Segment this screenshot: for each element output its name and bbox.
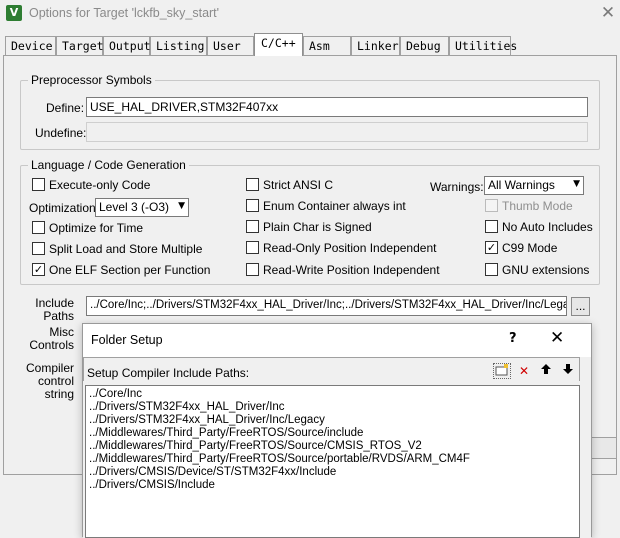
optimize-time-label: Optimize for Time bbox=[49, 221, 144, 235]
setup-include-paths-label: Setup Compiler Include Paths: bbox=[87, 366, 250, 380]
tab-device[interactable]: Device bbox=[5, 36, 56, 55]
list-item[interactable]: ../Middlewares/Third_Party/FreeRTOS/Sour… bbox=[86, 427, 579, 440]
ro-position-checkbox[interactable] bbox=[246, 241, 259, 254]
rw-position-checkbox[interactable] bbox=[246, 263, 259, 276]
new-folder-icon[interactable] bbox=[493, 363, 511, 379]
split-load-label: Split Load and Store Multiple bbox=[49, 242, 203, 256]
include-paths-label: Include Paths bbox=[35, 296, 74, 323]
gnu-extensions-label: GNU extensions bbox=[502, 263, 590, 277]
optimization-value: Level 3 (-O3) bbox=[99, 200, 170, 214]
optimization-label: Optimization: bbox=[29, 201, 100, 215]
gnu-extensions-checkbox[interactable] bbox=[485, 263, 498, 276]
folder-setup-dialog: Folder Setup ? ✕ Setup Compiler Include … bbox=[82, 323, 592, 538]
undefine-label: Undefine: bbox=[35, 126, 87, 140]
enum-container-checkbox[interactable] bbox=[246, 199, 259, 212]
folder-setup-title: Folder Setup bbox=[91, 333, 163, 347]
checkmark-icon: ✓ bbox=[486, 241, 497, 254]
language-group-label: Language / Code Generation bbox=[28, 158, 189, 172]
execute-only-label: Execute-only Code bbox=[49, 178, 151, 192]
thumb-mode-label: Thumb Mode bbox=[502, 199, 573, 213]
include-paths-browse-button[interactable]: ... bbox=[571, 297, 590, 316]
folder-setup-body: Setup Compiler Include Paths: ✕ ../Core/… bbox=[83, 357, 591, 538]
optimize-time-checkbox[interactable] bbox=[32, 221, 45, 234]
tab-output[interactable]: Output bbox=[103, 36, 151, 55]
window-close-button[interactable]: ✕ bbox=[598, 3, 618, 23]
c99-mode-label: C99 Mode bbox=[502, 241, 558, 255]
strict-ansi-checkbox[interactable] bbox=[246, 178, 259, 191]
tab-listing[interactable]: Listing bbox=[150, 36, 207, 55]
tab-user[interactable]: User bbox=[207, 36, 254, 55]
optimization-select[interactable]: Level 3 (-O3) ▼ bbox=[95, 198, 189, 217]
misc-controls-label: Misc Controls bbox=[29, 325, 74, 352]
move-down-icon[interactable] bbox=[559, 363, 577, 379]
one-elf-label: One ELF Section per Function bbox=[49, 263, 211, 277]
chevron-down-icon: ▼ bbox=[573, 179, 580, 189]
ro-position-label: Read-Only Position Independent bbox=[263, 241, 437, 255]
undefine-input[interactable] bbox=[86, 122, 588, 142]
rw-position-label: Read-Write Position Independent bbox=[263, 263, 440, 277]
tab-target[interactable]: Target bbox=[56, 36, 104, 55]
folder-setup-close-button[interactable]: ✕ bbox=[550, 328, 564, 348]
include-paths-input[interactable]: ../Core/Inc;../Drivers/STM32F4xx_HAL_Dri… bbox=[86, 296, 567, 316]
define-label: Define: bbox=[46, 101, 85, 115]
tab-debug[interactable]: Debug bbox=[400, 36, 449, 55]
warnings-value: All Warnings bbox=[488, 178, 555, 192]
plain-char-label: Plain Char is Signed bbox=[263, 220, 372, 234]
warnings-select[interactable]: All Warnings ▼ bbox=[484, 176, 584, 195]
warnings-label: Warnings: bbox=[430, 180, 484, 194]
list-item[interactable]: ../Drivers/STM32F4xx_HAL_Driver/Inc bbox=[86, 401, 579, 414]
window-title: Options for Target 'lckfb_sky_start' bbox=[29, 6, 220, 20]
dialog-button-edge[interactable] bbox=[592, 437, 617, 459]
plain-char-checkbox[interactable] bbox=[246, 220, 259, 233]
no-auto-includes-checkbox[interactable] bbox=[485, 220, 498, 233]
split-load-checkbox[interactable] bbox=[32, 242, 45, 255]
include-paths-list[interactable]: ../Core/Inc ../Drivers/STM32F4xx_HAL_Dri… bbox=[85, 385, 580, 538]
tab-c-cpp[interactable]: C/C++ bbox=[254, 33, 303, 56]
list-item[interactable]: ../Drivers/STM32F4xx_HAL_Driver/Inc/Lega… bbox=[86, 414, 579, 427]
define-input[interactable]: USE_HAL_DRIVER,STM32F407xx bbox=[86, 97, 588, 117]
list-item[interactable]: ../Drivers/CMSIS/Device/ST/STM32F4xx/Inc… bbox=[86, 466, 579, 479]
chevron-down-icon: ▼ bbox=[178, 201, 185, 211]
move-up-icon[interactable] bbox=[537, 363, 555, 379]
no-auto-includes-label: No Auto Includes bbox=[502, 220, 593, 234]
strict-ansi-label: Strict ANSI C bbox=[263, 178, 334, 192]
tab-utilities[interactable]: Utilities bbox=[449, 36, 517, 55]
list-item[interactable]: ../Middlewares/Third_Party/FreeRTOS/Sour… bbox=[86, 440, 579, 453]
list-item[interactable]: ../Core/Inc bbox=[86, 388, 579, 401]
keil-app-icon: V bbox=[6, 5, 22, 21]
checkmark-icon: ✓ bbox=[33, 263, 44, 276]
title-bar: V Options for Target 'lckfb_sky_start' ✕ bbox=[0, 0, 620, 28]
thumb-mode-checkbox[interactable] bbox=[485, 199, 498, 212]
list-item[interactable]: ../Middlewares/Third_Party/FreeRTOS/Sour… bbox=[86, 453, 579, 466]
one-elf-checkbox[interactable]: ✓ bbox=[32, 263, 45, 276]
c99-mode-checkbox[interactable]: ✓ bbox=[485, 241, 498, 254]
delete-icon[interactable]: ✕ bbox=[515, 363, 533, 379]
preprocessor-group-label: Preprocessor Symbols bbox=[28, 73, 155, 87]
execute-only-checkbox[interactable] bbox=[32, 178, 45, 191]
compiler-control-string-label: Compiler control string bbox=[26, 361, 75, 401]
tab-linker[interactable]: Linker bbox=[351, 36, 400, 55]
help-button[interactable]: ? bbox=[509, 331, 517, 346]
tab-asm[interactable]: Asm bbox=[303, 36, 351, 55]
list-item[interactable]: ../Drivers/CMSIS/Include bbox=[86, 479, 579, 492]
enum-container-label: Enum Container always int bbox=[263, 199, 406, 213]
